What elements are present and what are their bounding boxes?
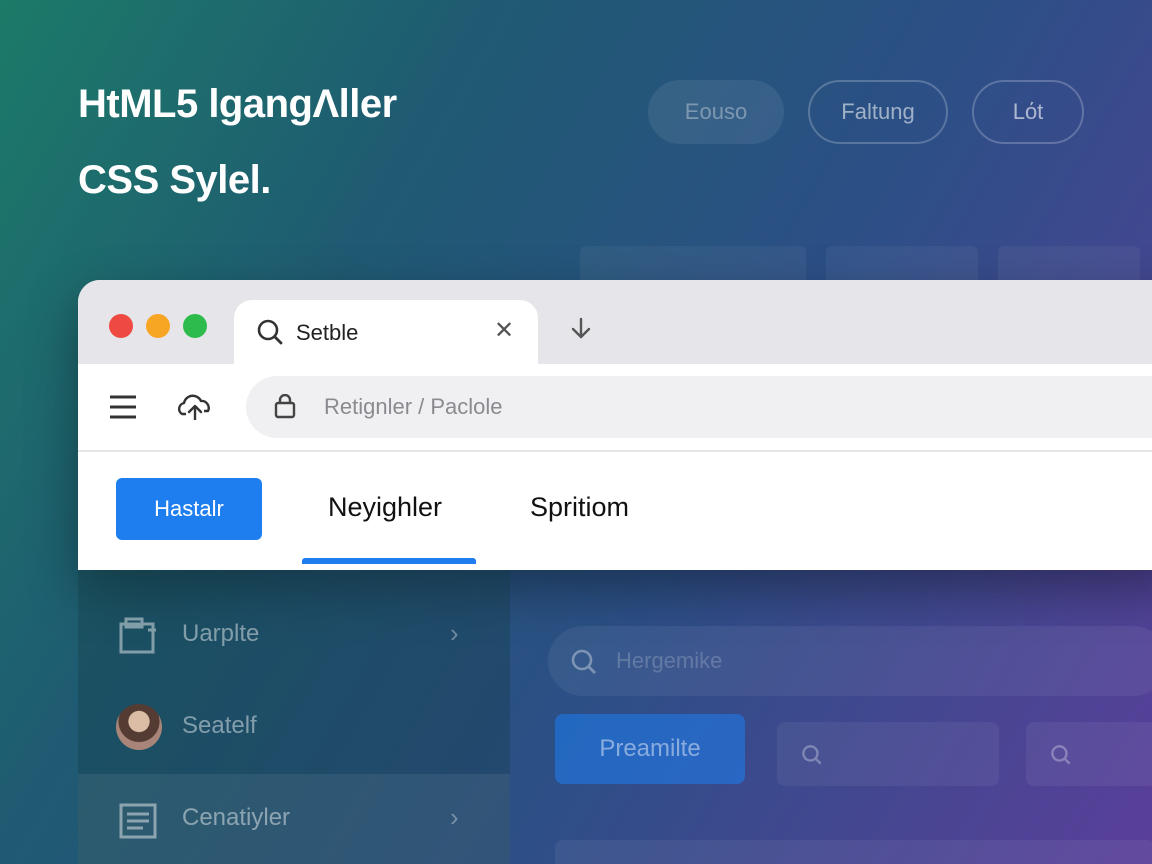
sidebar-item-label: Seatelf (182, 712, 257, 739)
content-filter-box[interactable] (1026, 722, 1152, 786)
search-icon (1050, 744, 1072, 771)
cloud-upload-icon[interactable] (176, 388, 214, 431)
content-action-button[interactable]: Preamilte (555, 714, 745, 784)
primary-button[interactable]: Hastalr (116, 478, 262, 540)
browser-toolbar: Retignler / Paclole (78, 364, 1152, 452)
browser-tab-active[interactable]: Setble ✕ (234, 300, 538, 364)
search-icon (570, 648, 598, 681)
content-search-placeholder: Hergemike (616, 648, 723, 673)
page-nav: Hastalr Neyighler Spritiom (78, 452, 1152, 570)
hamburger-icon[interactable] (108, 392, 138, 427)
content-card (555, 840, 1152, 864)
lock-icon (272, 393, 298, 425)
search-icon (256, 318, 284, 351)
chevron-right-icon: › (450, 618, 459, 648)
header-pill-2[interactable]: Faltung (808, 80, 948, 144)
header-pill-1[interactable]: Eouso (648, 80, 784, 144)
sidebar-item-label: Cenatiyler (182, 804, 291, 831)
hero-title-line-2: CSS Sylel. (78, 158, 271, 202)
sidebar-item-3[interactable]: Cenatiyler › (78, 774, 510, 864)
close-icon[interactable]: ✕ (494, 319, 514, 343)
window-close-button[interactable] (109, 314, 133, 338)
address-bar[interactable]: Retignler / Paclole (246, 376, 1152, 438)
sidebar-item-1[interactable]: Uarplte › (78, 590, 510, 682)
arrow-down-icon[interactable] (568, 316, 594, 347)
content-filter-box[interactable] (777, 722, 999, 786)
address-text: Retignler / Paclole (324, 394, 503, 419)
window-maximize-button[interactable] (183, 314, 207, 338)
header-pill-3[interactable]: Lόt (972, 80, 1084, 144)
content-search-input[interactable]: Hergemike (548, 626, 1152, 696)
tab-strip: Setble ✕ (78, 280, 1152, 364)
nav-tab-2[interactable]: Spritiom (530, 492, 629, 523)
sidebar: Uarplte › Seatelf Cenatiyler › (78, 570, 510, 864)
nav-tab-1[interactable]: Neyighler (328, 492, 442, 523)
folder-icon (118, 616, 158, 661)
document-icon (118, 800, 158, 845)
sidebar-item-2[interactable]: Seatelf (78, 682, 510, 774)
active-tab-indicator (302, 558, 476, 564)
browser-window: Setble ✕ Retignler / Paclole Hastalr Ney… (78, 280, 1152, 570)
sidebar-item-label: Uarplte (182, 620, 260, 647)
chevron-right-icon: › (450, 802, 459, 832)
tab-title: Setble (296, 320, 359, 345)
hero-title-line-1: HtML5 lgangΛller (78, 82, 397, 126)
avatar (116, 704, 162, 750)
search-icon (801, 744, 823, 771)
window-minimize-button[interactable] (146, 314, 170, 338)
